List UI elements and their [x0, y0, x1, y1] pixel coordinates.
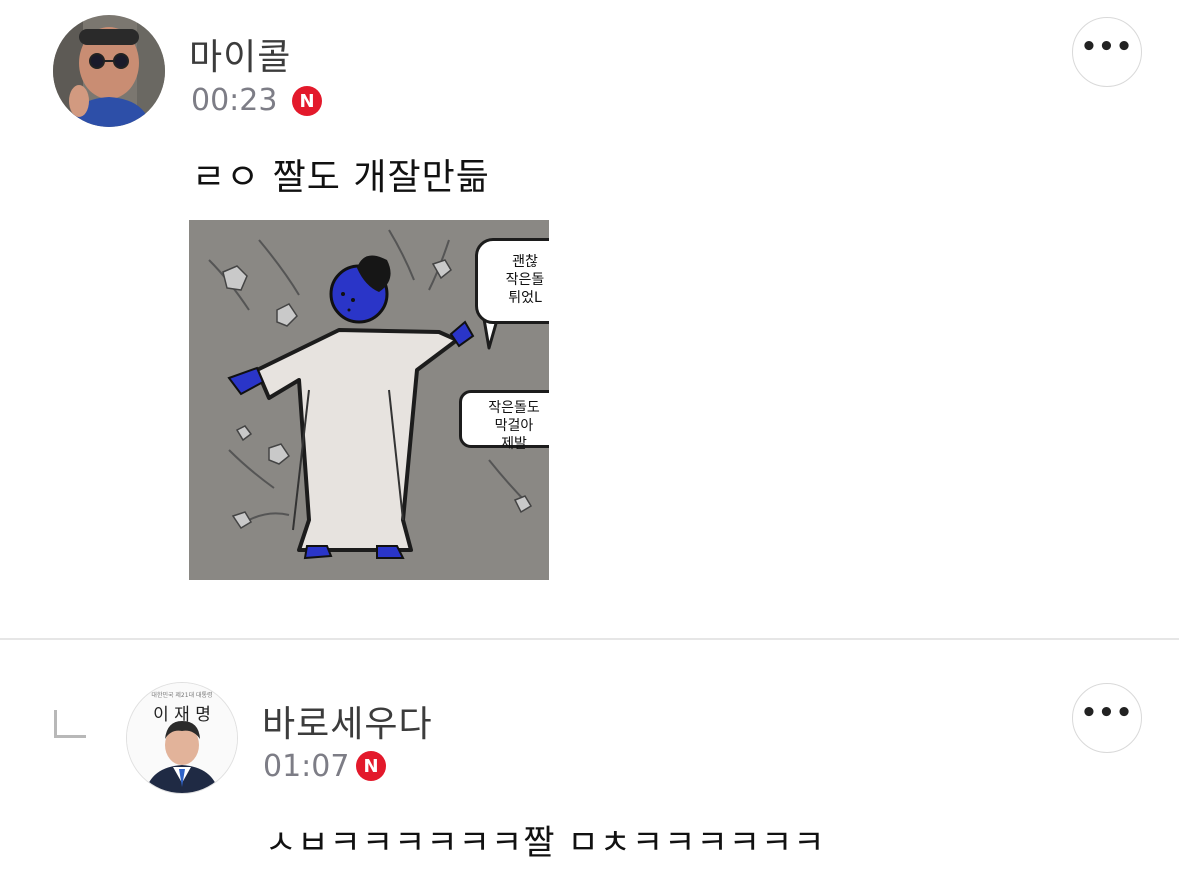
bubble-line: 막걸아: [494, 418, 534, 434]
speech-bubble: 괜찮 작은돌 튀었L: [475, 238, 549, 324]
bubble-line: 작은돌: [505, 272, 545, 288]
more-icon: •••: [1080, 32, 1134, 62]
new-badge: N: [292, 86, 322, 116]
username[interactable]: 마이콜: [189, 28, 291, 80]
username[interactable]: 바로세우다: [262, 695, 433, 747]
comment-image[interactable]: 괜찮 작은돌 튀었L 작은돌도 막걸아 제발: [189, 220, 549, 580]
bubble-line: 작은돌도: [488, 400, 540, 416]
more-icon: •••: [1080, 698, 1134, 728]
comment-text: ㄹㅇ 짤도 개잘만듦: [192, 157, 490, 198]
bubble-line: 괜찮: [512, 254, 538, 270]
avatar[interactable]: 대한민국 제21대 대통령 이 재 명: [126, 682, 238, 794]
timestamp: 01:07: [263, 749, 350, 784]
speech-bubble: 작은돌도 막걸아 제발: [459, 390, 549, 452]
new-badge: N: [356, 751, 386, 781]
avatar[interactable]: [53, 15, 165, 127]
comment-text: ㅅㅂㅋㅋㅋㅋㅋㅋ짤 ㅁㅊㅋㅋㅋㅋㅋㅋ: [265, 823, 826, 863]
more-options-button[interactable]: •••: [1072, 683, 1142, 753]
avatar-name: 이 재 명: [153, 705, 211, 725]
comment: 마이콜 00:23 N ••• ㄹㅇ 짤도 개잘만듦 괜찮 작은돌 튀었L 작은…: [0, 0, 1179, 638]
reply-comment: 대한민국 제21대 대통령 이 재 명 바로세우다 01:07 N ••• ㅅㅂ…: [0, 640, 1179, 873]
bubble-line: 튀었L: [508, 290, 542, 306]
timestamp: 00:23: [191, 83, 278, 118]
avatar-caption: 대한민국 제21대 대통령: [151, 692, 213, 699]
more-options-button[interactable]: •••: [1072, 17, 1142, 87]
bubble-line: 제발: [501, 436, 527, 452]
